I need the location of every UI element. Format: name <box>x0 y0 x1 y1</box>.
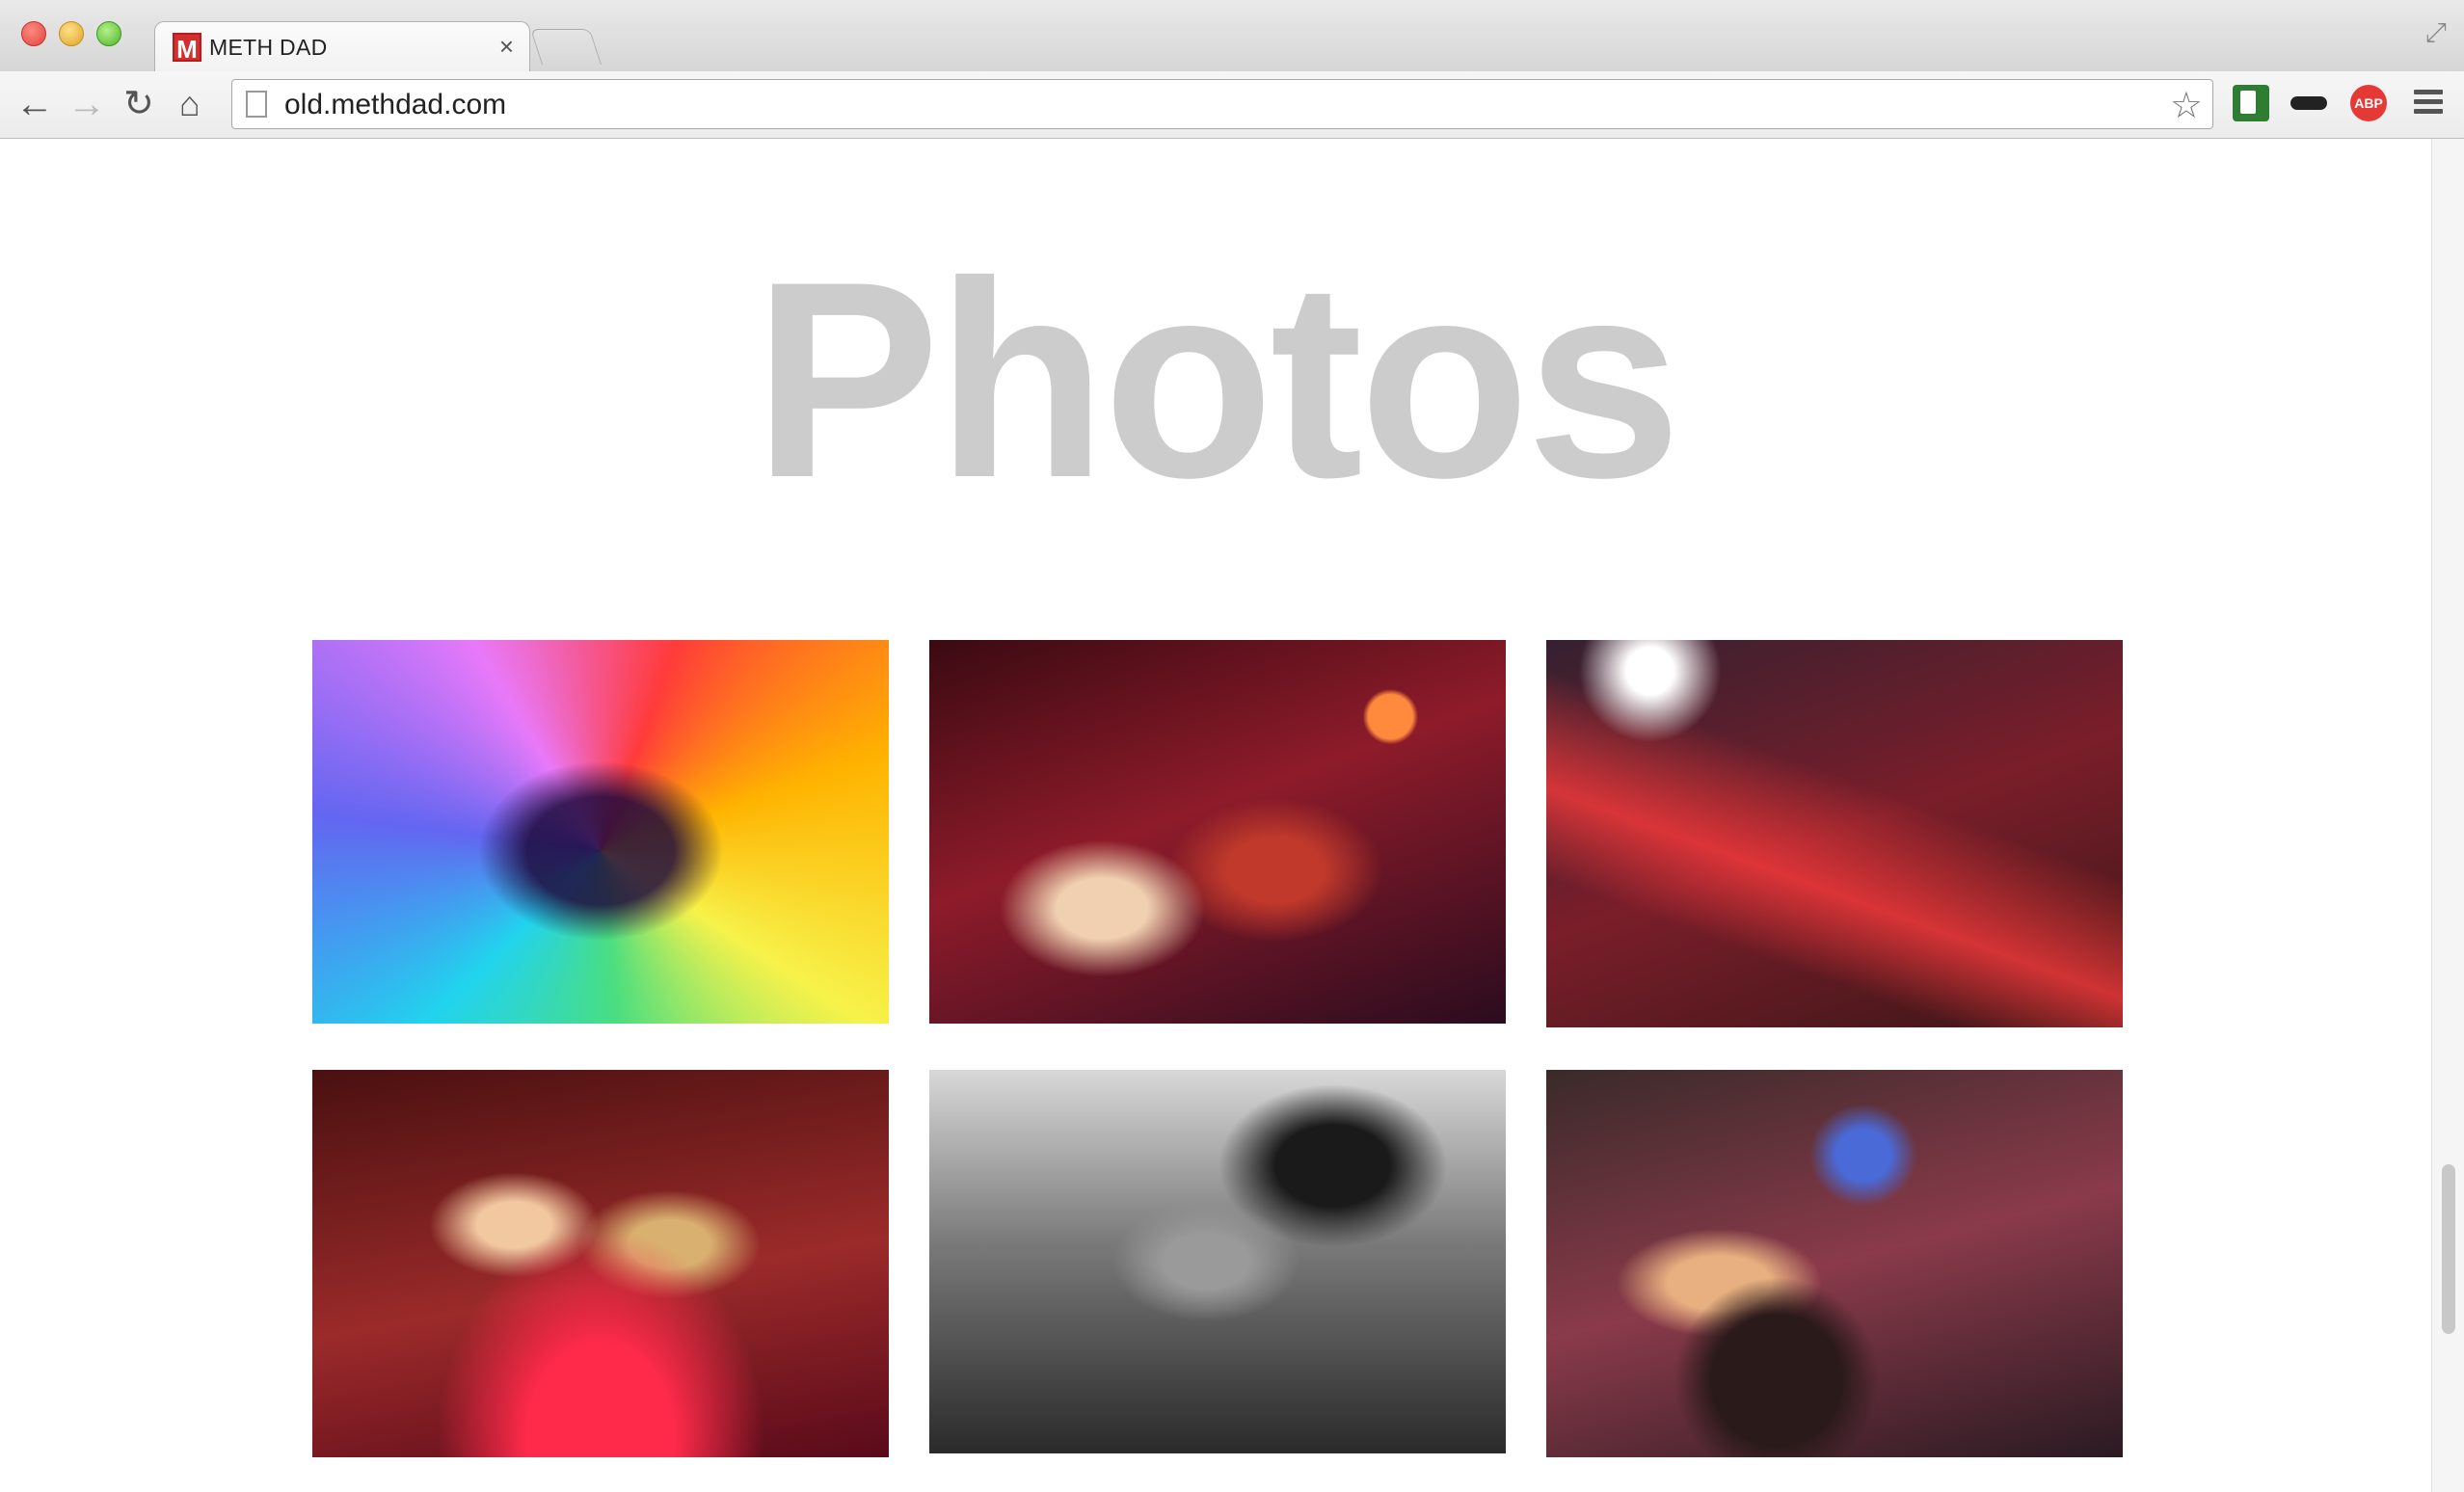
back-arrow-icon[interactable]: ← <box>15 83 54 125</box>
forward-arrow-icon[interactable]: → <box>67 83 106 125</box>
page-title: Photos <box>753 224 1682 536</box>
window-close-button[interactable] <box>21 21 46 46</box>
page-icon <box>246 91 267 118</box>
url-text[interactable]: old.methdad.com <box>284 89 506 121</box>
photo-thumbnail[interactable] <box>929 640 1506 1024</box>
window-zoom-button[interactable] <box>96 21 121 46</box>
photo-thumbnail[interactable] <box>1546 640 2123 1027</box>
vertical-scrollbar[interactable] <box>2431 139 2464 1492</box>
photo-thumbnail[interactable] <box>312 1070 889 1457</box>
tab-strip: M METH DAD × ⤢ <box>0 0 2464 72</box>
mask-extension-icon[interactable] <box>2290 85 2327 121</box>
page-content: Photos <box>0 139 2431 1492</box>
favicon-icon: M <box>173 33 201 64</box>
photo-thumbnail[interactable] <box>312 640 889 1024</box>
fullscreen-icon[interactable]: ⤢ <box>2425 17 2447 49</box>
home-icon[interactable]: ⌂ <box>179 83 201 125</box>
evernote-extension-icon[interactable] <box>2233 85 2269 121</box>
adblock-plus-icon[interactable]: ABP <box>2350 85 2387 121</box>
browser-toolbar: ← → ↻ ⌂ old.methdad.com ☆ ABP <box>0 71 2464 139</box>
bookmark-star-icon[interactable]: ☆ <box>2170 84 2203 127</box>
tab-meth-dad[interactable]: M METH DAD × <box>154 21 530 72</box>
reload-icon[interactable]: ↻ <box>123 83 154 125</box>
tab-title: METH DAD <box>209 35 328 60</box>
photo-thumbnail[interactable] <box>929 1070 1506 1453</box>
window-minimize-button[interactable] <box>59 21 84 46</box>
address-bar[interactable]: old.methdad.com ☆ <box>231 79 2213 129</box>
browser-chrome: M METH DAD × ⤢ ← → ↻ ⌂ old.methdad.com ☆… <box>0 0 2464 139</box>
chrome-menu-icon[interactable] <box>2410 85 2447 121</box>
photo-thumbnail[interactable] <box>1546 1070 2123 1457</box>
scrollbar-thumb[interactable] <box>2442 1164 2455 1334</box>
new-tab-button[interactable] <box>529 29 603 65</box>
tab-close-icon[interactable]: × <box>499 32 514 62</box>
